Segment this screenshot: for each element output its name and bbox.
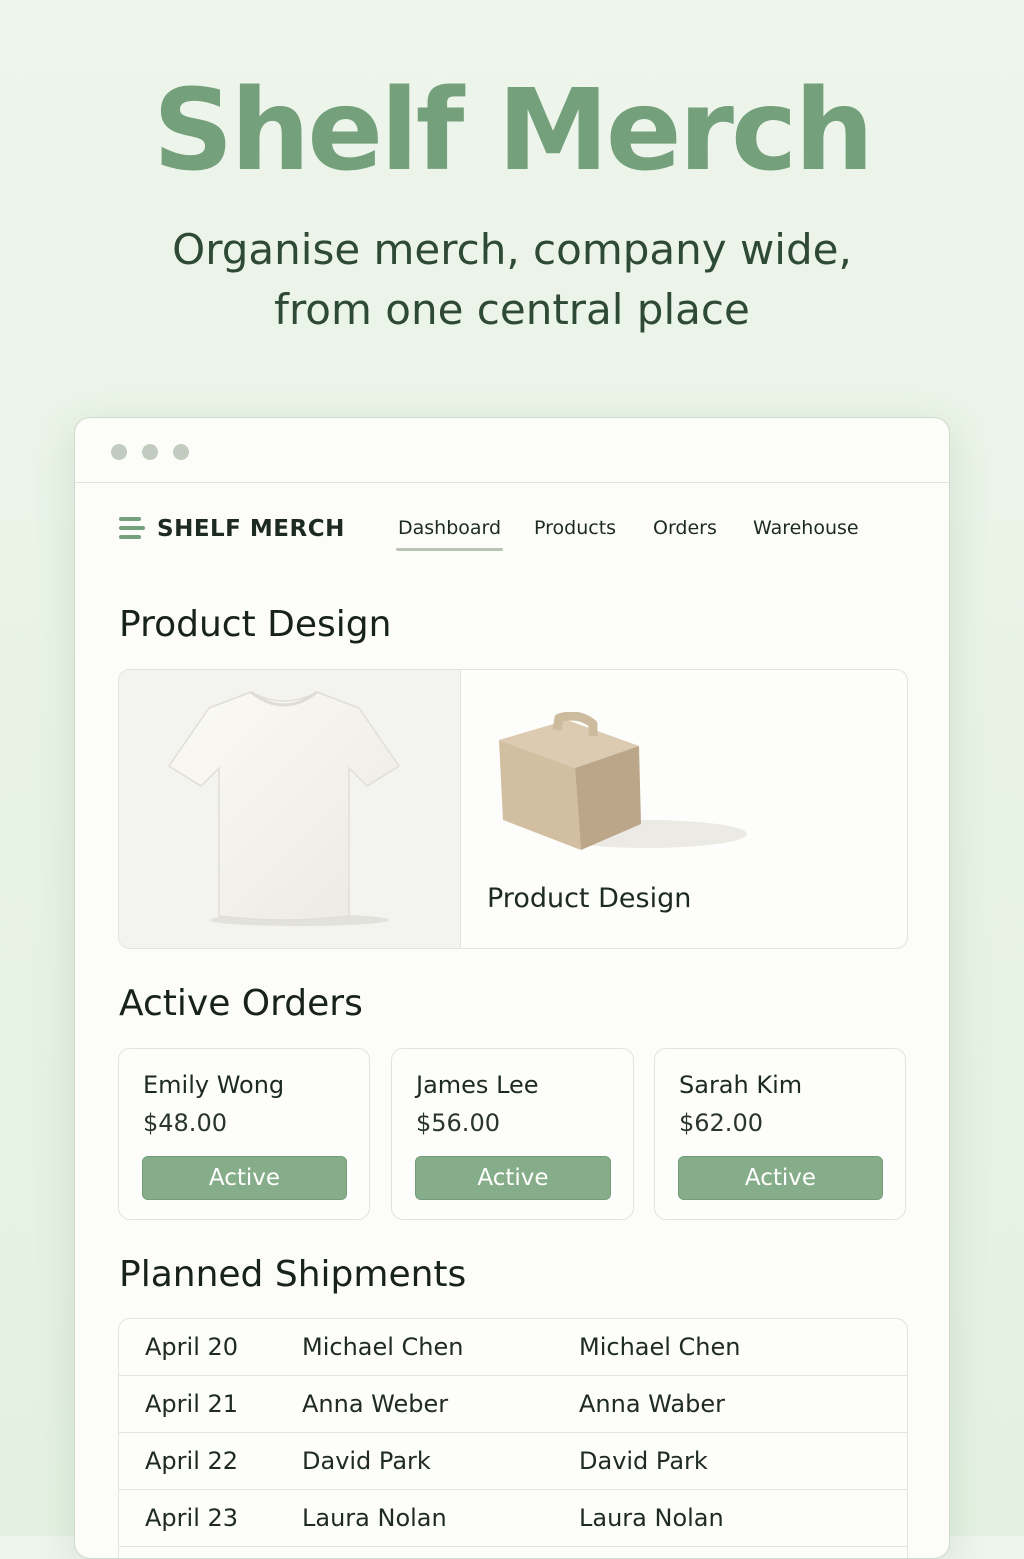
shipment-recipient: Michael Chen [302,1333,464,1361]
nav-orders[interactable]: Orders [653,517,717,539]
stacked-lines-logo-icon [119,515,145,543]
packaging-panel: Product Design [461,670,907,948]
hero-subtitle: Organise merch, company wide, from one c… [0,220,1024,340]
shipment-date: April 23 [145,1504,239,1532]
table-row[interactable]: April 22 David Park David Park [119,1433,907,1490]
active-status-button[interactable]: Active [415,1156,611,1200]
nav-warehouse[interactable]: Warehouse [753,517,859,539]
shipment-contact: Anna Waber [579,1390,725,1418]
window-titlebar [75,418,949,483]
app-window: SHELF MERCH Dashboard Products Orders Wa… [74,417,950,1559]
shipment-date: April 22 [145,1447,239,1475]
active-orders-list: Emily Wong $48.00 Active James Lee $56.0… [118,1048,908,1220]
tshirt-image [119,670,461,948]
order-card[interactable]: James Lee $56.00 Active [391,1048,634,1220]
order-card[interactable]: Emily Wong $48.00 Active [118,1048,370,1220]
top-navbar: SHELF MERCH Dashboard Products Orders Wa… [75,483,949,563]
brand[interactable]: SHELF MERCH [119,515,345,543]
table-row[interactable]: April 23 Laura Nolan Laura Nolan [119,1490,907,1547]
order-amount: $48.00 [143,1109,227,1137]
shipment-recipient: Laura Nolan [302,1504,447,1532]
shipment-contact: Michael Chen [579,1333,741,1361]
nav-products[interactable]: Products [534,517,616,539]
order-amount: $62.00 [679,1109,763,1137]
active-status-button[interactable]: Active [142,1156,347,1200]
table-row[interactable]: April 21 Anna Weber Anna Waber [119,1376,907,1433]
product-design-card[interactable]: Product Design [118,669,908,949]
order-card[interactable]: Sarah Kim $62.00 Active [654,1048,906,1220]
nav-dashboard[interactable]: Dashboard [395,517,504,551]
brand-name: SHELF MERCH [157,516,345,542]
planned-shipments-table: April 20 Michael Chen Michael Chen April… [118,1318,908,1558]
product-design-label: Product Design [487,883,692,914]
shipment-recipient: Anna Weber [302,1390,449,1418]
window-control-dot[interactable] [142,444,158,460]
hero-title: Shelf Merch [152,66,874,196]
order-customer-name: James Lee [416,1071,539,1099]
shipment-contact: David Park [579,1447,708,1475]
shipment-contact: Laura Nolan [579,1504,724,1532]
tshirt-icon [167,690,401,926]
order-amount: $56.00 [416,1109,500,1137]
shipment-date: April 20 [145,1333,239,1361]
order-customer-name: Sarah Kim [679,1071,803,1099]
order-customer-name: Emily Wong [143,1071,285,1099]
table-row[interactable]: April 20 Michael Chen Michael Chen [119,1319,907,1376]
active-orders-title: Active Orders [119,983,363,1024]
shipment-recipient: David Park [302,1447,431,1475]
active-status-button[interactable]: Active [678,1156,883,1200]
planned-shipments-title: Planned Shipments [119,1254,467,1295]
window-control-dot[interactable] [111,444,127,460]
packaging-box-icon [499,712,747,850]
hero-subtitle-line-1: Organise merch, company wide, [172,225,852,274]
window-control-dot[interactable] [173,444,189,460]
shipment-date: April 21 [145,1390,239,1418]
hero-subtitle-line-2: from one central place [274,285,750,334]
product-design-title: Product Design [119,604,392,645]
